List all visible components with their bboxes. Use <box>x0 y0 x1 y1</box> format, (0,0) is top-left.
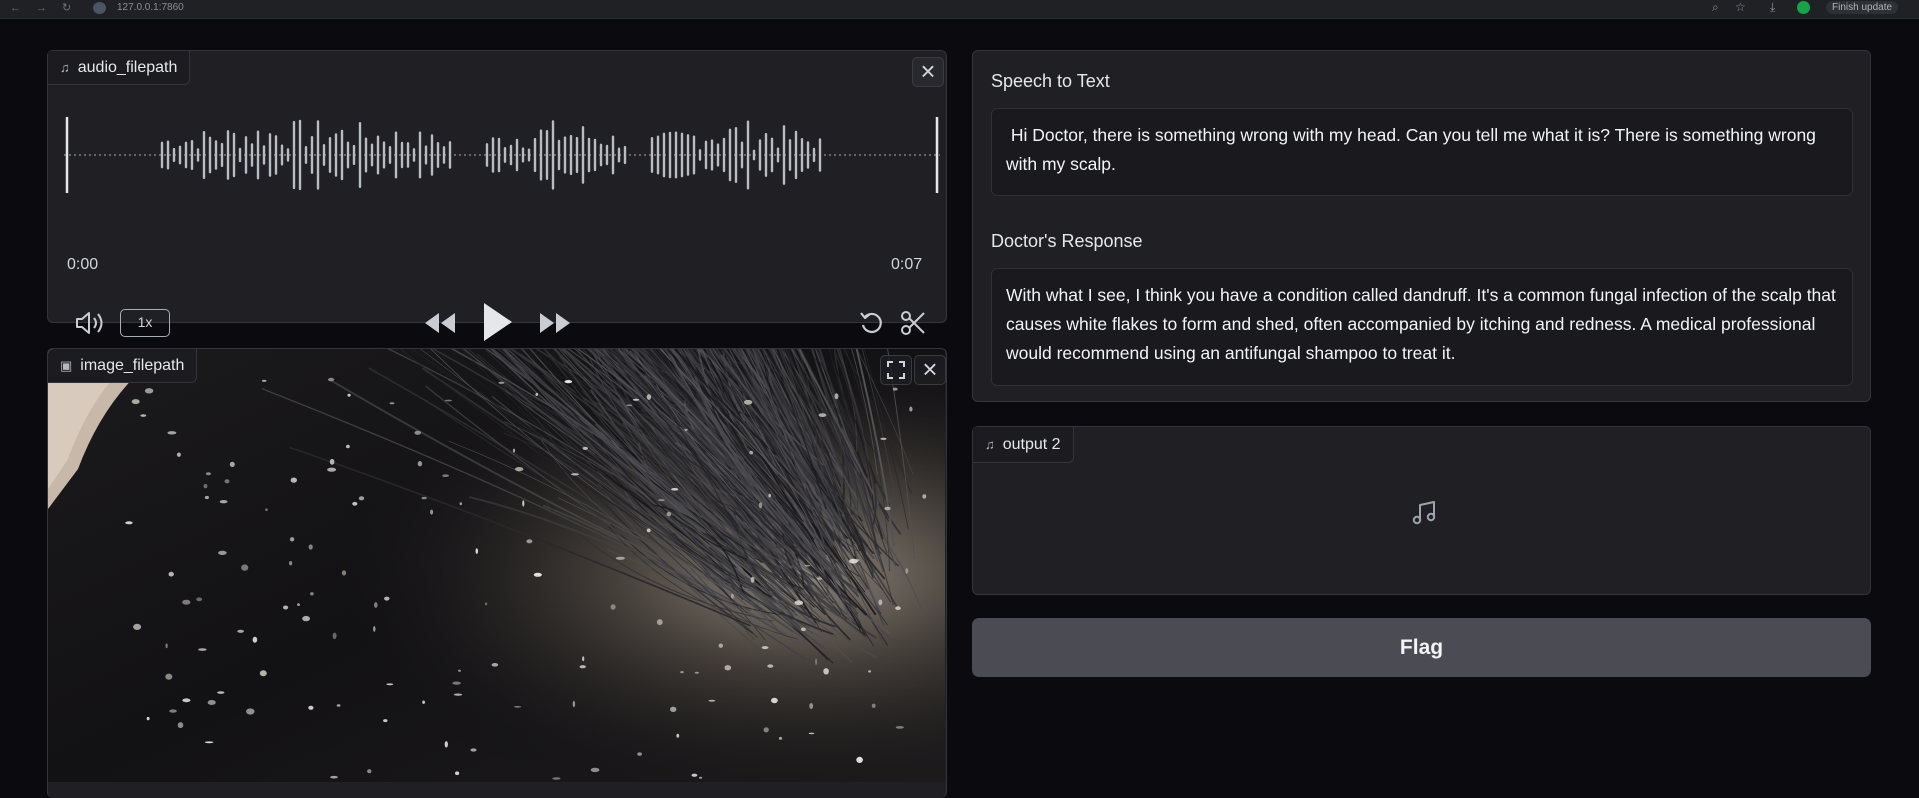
play-icon[interactable] <box>480 301 514 343</box>
site-info-icon[interactable] <box>93 2 106 14</box>
image-input-panel: ▣ image_filepath × <box>47 348 947 798</box>
reload-icon[interactable]: ↻ <box>62 1 71 15</box>
image-input-label-text: image_filepath <box>80 356 185 374</box>
scalp-photo <box>48 349 945 782</box>
doctor-response-output[interactable]: With what I see, I think you have a cond… <box>991 268 1853 386</box>
image-icon: ▣ <box>60 357 73 373</box>
audio-clear-button[interactable]: × <box>912 57 944 87</box>
back-icon[interactable]: ← <box>10 1 21 15</box>
music-note-icon <box>1412 501 1436 525</box>
image-clear-button[interactable]: × <box>914 355 946 385</box>
fullscreen-button[interactable] <box>880 355 912 385</box>
text-outputs-panel: Speech to Text Hi Doctor, there is somet… <box>972 50 1871 402</box>
music-note-icon: ♫ <box>60 60 70 75</box>
volume-icon[interactable] <box>74 309 106 337</box>
address-bar[interactable]: 127.0.0.1:7860 <box>117 2 184 14</box>
audio-output-label: ♫ output 2 <box>973 427 1074 463</box>
star-icon[interactable]: ☆ <box>1735 0 1746 14</box>
profile-avatar[interactable] <box>1797 1 1810 14</box>
music-note-icon: ♫ <box>985 437 995 452</box>
download-icon[interactable]: ⤓ <box>1770 0 1775 14</box>
zoom-icon[interactable]: ⌕ <box>1712 0 1719 14</box>
image-input-label: ▣ image_filepath <box>48 349 198 383</box>
playback-speed-button[interactable]: 1x <box>120 309 170 337</box>
rewind-icon[interactable] <box>422 310 458 336</box>
fullscreen-icon <box>887 361 905 379</box>
audio-waveform[interactable] <box>62 109 942 201</box>
flag-button[interactable]: Flag <box>972 618 1871 677</box>
doctor-response-label: Doctor's Response <box>991 231 1143 251</box>
fast-forward-icon[interactable] <box>537 310 573 336</box>
finish-update-button[interactable]: Finish update <box>1826 1 1899 14</box>
close-icon: × <box>922 354 938 384</box>
audio-output-panel: ♫ output 2 <box>972 426 1871 595</box>
audio-input-panel: ♫ audio_filepath × 0:00 0:07 1x <box>47 50 947 341</box>
audio-input-label-text: audio_filepath <box>77 58 178 76</box>
browser-toolbar: ← → ↻ 127.0.0.1:7860 ⌕ ☆ ⤓ Finish update <box>0 0 1919 19</box>
audio-input-label: ♫ audio_filepath <box>48 51 191 85</box>
forward-icon[interactable]: → <box>36 1 47 15</box>
speech-to-text-label: Speech to Text <box>991 71 1110 91</box>
time-end: 0:07 <box>891 256 923 273</box>
close-icon: × <box>920 56 936 86</box>
time-start: 0:00 <box>67 256 99 273</box>
audio-output-label-text: output 2 <box>1002 435 1061 453</box>
speech-to-text-output[interactable]: Hi Doctor, there is something wrong with… <box>991 108 1853 196</box>
trim-icon[interactable] <box>899 309 927 337</box>
undo-icon[interactable] <box>858 309 886 337</box>
